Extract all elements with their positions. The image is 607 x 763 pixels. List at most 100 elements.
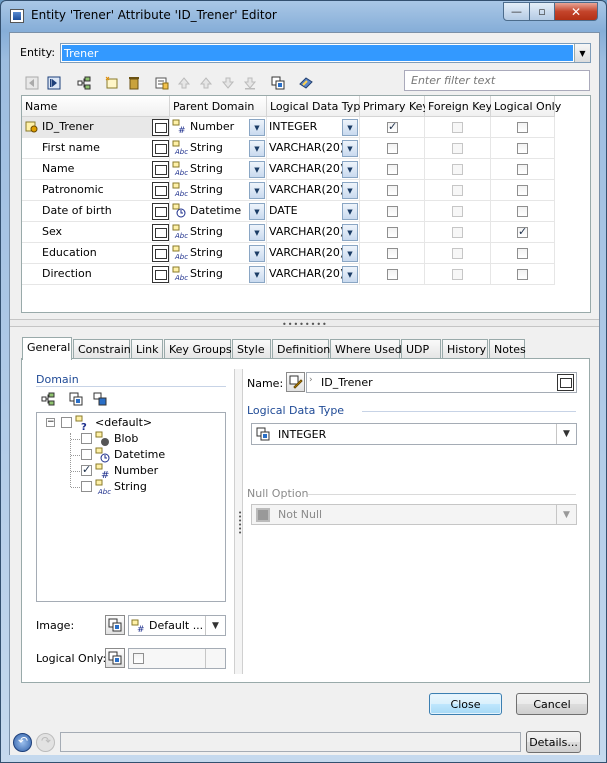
title-bar[interactable]: Entity 'Trener' Attribute 'ID_Trener' Ed…: [1, 1, 606, 31]
chevron-down-icon[interactable]: ▼: [249, 224, 265, 241]
tree-node-checkbox[interactable]: [81, 449, 92, 460]
chevron-down-icon[interactable]: ▼: [249, 161, 265, 178]
logical-only-checkbox[interactable]: [517, 185, 528, 196]
tab-key-groups[interactable]: Key Groups: [164, 339, 232, 359]
table-row[interactable]: Patronomic Abc String ▼ VARCHAR(20) ▼: [22, 180, 555, 201]
move-bottom-icon[interactable]: [240, 73, 260, 93]
column-header-parent-domain[interactable]: Parent Domain: [170, 96, 267, 117]
chevron-down-icon[interactable]: ▼: [249, 266, 265, 283]
minimize-button[interactable]: —: [503, 2, 530, 21]
entity-select[interactable]: Trener ▼: [60, 43, 591, 63]
logical-only-checkbox[interactable]: [517, 206, 528, 217]
tree-node-checkbox[interactable]: [61, 417, 72, 428]
attribute-name-cell[interactable]: Name: [22, 159, 170, 180]
tab-history[interactable]: History: [442, 339, 488, 359]
image-select[interactable]: # Default ... ▼: [128, 615, 226, 636]
tab-notes[interactable]: Notes: [489, 339, 526, 359]
logical-only-checkbox[interactable]: [517, 225, 528, 238]
primary-key-checkbox[interactable]: [387, 248, 398, 259]
next-icon[interactable]: [44, 73, 64, 93]
column-header-primary-key[interactable]: Primary Key: [360, 96, 429, 117]
name-browse-icon[interactable]: [152, 182, 169, 199]
attribute-name-cell[interactable]: Education: [22, 243, 170, 264]
table-row[interactable]: Education Abc String ▼ VARCHAR(20) ▼: [22, 243, 555, 264]
tree-node-checkbox[interactable]: [81, 463, 92, 476]
attribute-name-cell[interactable]: Patronomic: [22, 180, 170, 201]
tab-link[interactable]: Link: [131, 339, 163, 359]
name-browse-icon[interactable]: [152, 140, 169, 157]
tree-icon[interactable]: [74, 73, 94, 93]
collapse-icon[interactable]: −: [46, 418, 55, 427]
primary-key-checkbox[interactable]: [387, 185, 398, 196]
tab-definition[interactable]: Definition: [272, 339, 330, 359]
domain-properties-icon[interactable]: [90, 389, 110, 409]
attribute-name-cell[interactable]: Sex: [22, 222, 170, 243]
chevron-down-icon[interactable]: ▼: [342, 245, 358, 262]
attribute-name-cell[interactable]: Date of birth: [22, 201, 170, 222]
logical-data-type-select[interactable]: INTEGER ▼: [251, 423, 577, 445]
chevron-down-icon[interactable]: ▼: [342, 182, 358, 199]
image-browse-button[interactable]: [105, 615, 125, 635]
tree-icon[interactable]: [38, 389, 58, 409]
move-top-icon[interactable]: [174, 73, 194, 93]
primary-key-checkbox[interactable]: [387, 206, 398, 217]
delete-icon[interactable]: [124, 73, 144, 93]
maximize-button[interactable]: ▫: [529, 2, 555, 21]
chevron-down-icon[interactable]: ▼: [342, 161, 358, 178]
properties-icon[interactable]: [296, 73, 316, 93]
table-row[interactable]: First name Abc String ▼ VARCHAR(20) ▼: [22, 138, 555, 159]
name-edit-button[interactable]: [286, 372, 305, 392]
name-browse-icon[interactable]: [152, 245, 169, 262]
chevron-down-icon[interactable]: ▼: [249, 182, 265, 199]
chevron-down-icon[interactable]: ▼: [556, 424, 576, 444]
name-browse-icon[interactable]: [152, 203, 169, 220]
name-browse-icon[interactable]: [152, 224, 169, 241]
undo-icon[interactable]: ↶: [13, 733, 32, 752]
tab-where-used[interactable]: Where Used: [330, 339, 402, 359]
chevron-down-icon[interactable]: ▼: [249, 119, 265, 136]
column-header-logical-only[interactable]: Logical Only: [491, 96, 561, 117]
chevron-down-icon[interactable]: ▼: [249, 140, 265, 157]
primary-key-checkbox[interactable]: [387, 120, 398, 133]
primary-key-checkbox[interactable]: [387, 164, 398, 175]
attribute-name-cell[interactable]: Direction: [22, 264, 170, 285]
move-up-icon[interactable]: [196, 73, 216, 93]
details-button[interactable]: Details...: [526, 731, 581, 753]
reorder-icon[interactable]: [152, 73, 172, 93]
name-browse-icon[interactable]: [557, 374, 574, 391]
primary-key-checkbox[interactable]: [387, 269, 398, 280]
column-header-foreign-key[interactable]: Foreign Key: [425, 96, 492, 117]
name-browse-icon[interactable]: [152, 266, 169, 283]
table-row[interactable]: Direction Abc String ▼ VARCHAR(20) ▼: [22, 264, 555, 285]
table-row[interactable]: Date of birth Datetime ▼ DATE ▼: [22, 201, 555, 222]
tab-constraint[interactable]: Constraint: [73, 339, 135, 359]
name-field[interactable]: › ID_Trener: [306, 372, 577, 393]
chevron-down-icon[interactable]: ▼: [249, 245, 265, 262]
chevron-down-icon[interactable]: ▼: [342, 266, 358, 283]
logical-only-browse-button[interactable]: [105, 648, 125, 668]
close-window-button[interactable]: ✕: [554, 2, 598, 21]
chevron-down-icon[interactable]: ▼: [342, 203, 358, 220]
name-browse-icon[interactable]: [152, 161, 169, 178]
chevron-down-icon[interactable]: ▼: [342, 224, 358, 241]
domain-icon[interactable]: [268, 73, 288, 93]
tree-node-checkbox[interactable]: [81, 481, 92, 492]
table-row[interactable]: Sex Abc String ▼ VARCHAR(20) ▼: [22, 222, 555, 243]
cancel-button[interactable]: Cancel: [516, 693, 588, 715]
horizontal-splitter[interactable]: ••••••••: [10, 319, 599, 329]
chevron-down-icon[interactable]: ▼: [342, 140, 358, 157]
filter-input[interactable]: Enter filter text: [404, 70, 590, 91]
primary-key-checkbox[interactable]: [387, 143, 398, 154]
primary-key-checkbox[interactable]: [387, 227, 398, 238]
move-down-icon[interactable]: [218, 73, 238, 93]
chevron-down-icon[interactable]: ▼: [342, 119, 358, 136]
chevron-down-icon[interactable]: ▼: [574, 44, 590, 62]
attribute-name-cell[interactable]: ID_Trener: [22, 117, 170, 138]
vertical-splitter[interactable]: • • • • • •: [234, 369, 243, 674]
column-header-logical-data-type[interactable]: Logical Data Type: [267, 96, 367, 117]
logical-only-checkbox[interactable]: [517, 269, 528, 280]
new-attribute-icon[interactable]: [102, 73, 122, 93]
tab-style[interactable]: Style: [232, 339, 271, 359]
column-header-name[interactable]: Name: [22, 96, 170, 117]
tree-node-checkbox[interactable]: [81, 433, 92, 444]
